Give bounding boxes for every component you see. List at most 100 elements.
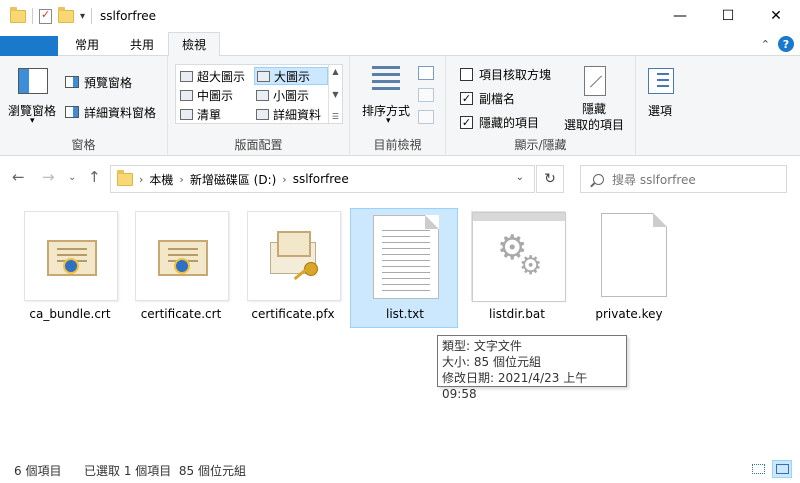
chevron-down-icon: ▾ [386,116,391,126]
file-item[interactable]: private.key [574,208,682,328]
ribbon-group-current-view: 排序方式 ▾ 目前檢視 [350,56,446,156]
layout-medium-icons[interactable]: 中圖示 [178,86,252,104]
item-count: 6 個項目 [14,464,62,478]
hide-selected-label[interactable]: 隱藏 [582,100,606,117]
breadcrumb-separator[interactable]: › [179,173,183,186]
window-title: sslforfree [100,9,157,23]
title-bar: ▾ sslforfree — ☐ ✕ [0,0,800,32]
refresh-button[interactable]: ↻ [536,165,564,193]
checkbox-checked[interactable]: ✓ [460,116,473,129]
large-icons-view-button[interactable] [772,460,792,478]
search-box[interactable]: 搜尋 sslforfree [580,165,787,193]
large-icons-icon [257,70,270,82]
forward-arrow-icon[interactable]: → [42,168,55,186]
ribbon-group-layout: 超大圖示 大圖示 中圖示 小圖示 清單 詳細資料 ▲ ▼ ☰ 版面配置 [168,56,350,156]
minimize-button[interactable]: — [656,0,704,32]
layout-small-icons[interactable]: 小圖示 [254,86,328,104]
tooltip-type: 類型: 文字文件 [442,339,522,353]
layout-extra-large-icons[interactable]: 超大圖示 [178,67,252,85]
file-item[interactable]: certificate.crt [126,208,234,328]
add-columns-icon[interactable] [418,88,434,102]
file-name: private.key [595,307,663,321]
ribbon-group-pane: 瀏覽窗格 ▾ 預覽窗格 詳細資料窗格 窗格 [0,56,168,156]
group-by-icon[interactable] [418,66,434,80]
maximize-button[interactable]: ☐ [704,0,752,32]
chevron-down-icon[interactable]: ▼ [332,90,338,99]
details-pane-button[interactable]: 詳細資料窗格 [84,104,156,121]
certificate-icon [24,211,118,301]
breadcrumb-drive[interactable]: 新增磁碟區 (D:) [190,171,276,188]
layout-details[interactable]: 詳細資料 [254,105,328,123]
close-button[interactable]: ✕ [752,0,800,32]
ribbon-group-options: 選項 [636,56,686,156]
size-columns-icon[interactable] [418,110,434,124]
properties-icon[interactable] [39,8,52,24]
breadcrumb-separator[interactable]: › [139,173,143,186]
layout-list[interactable]: 清單 [178,105,252,123]
file-list: ca_bundle.crt certificate.crt certificat… [0,204,800,444]
extra-large-icons-icon [180,70,193,82]
status-bar: 6 個項目 已選取 1 個項目 85 個位元組 [0,458,800,482]
details-view-button[interactable] [748,460,768,478]
chevron-down-icon[interactable]: ⌄ [516,172,524,183]
checkbox-label: 隱藏的項目 [479,116,540,130]
divider [91,8,93,24]
tab-share[interactable]: 共用 [116,32,168,56]
expand-gallery-icon[interactable]: ☰ [332,112,339,121]
chevron-up-icon[interactable]: ▲ [332,67,338,76]
address-bar[interactable]: › 本機 › 新增磁碟區 (D:) › sslforfree ⌄ [110,165,535,193]
customize-toolbar-icon[interactable]: ▾ [80,11,85,22]
ribbon-group-show-hide: 項目核取方塊 ✓ 副檔名 ✓ 隱藏的項目 隱藏 選取的項目 顯示/隱藏 [446,56,636,156]
hide-selected-icon[interactable] [584,66,606,96]
layout-gallery-scrollbar[interactable]: ▲ ▼ ☰ [328,65,342,123]
file-item-selected[interactable]: list.txt [350,208,458,328]
ribbon-group-label: 目前檢視 [373,138,422,152]
preview-pane-button[interactable]: 預覽窗格 [84,74,132,91]
file-name: certificate.pfx [251,307,335,321]
help-icon[interactable]: ? [778,36,794,52]
tab-view[interactable]: 檢視 [168,32,220,57]
file-name: ca_bundle.crt [29,307,111,321]
address-bar-row: ← → ⌄ ↑ › 本機 › 新增磁碟區 (D:) › sslforfree ⌄… [0,162,800,196]
file-name: certificate.crt [140,307,222,321]
hide-selected-label[interactable]: 選取的項目 [564,116,624,133]
ribbon-group-label: 窗格 [71,138,96,152]
checkbox[interactable] [460,68,473,81]
tab-home[interactable]: 常用 [62,32,112,56]
layout-large-icons[interactable]: 大圖示 [254,67,328,85]
hidden-items-toggle[interactable]: ✓ 隱藏的項目 [460,114,539,131]
back-arrow-icon[interactable]: ← [12,168,25,186]
tooltip-modified: 修改日期: 2021/4/23 上午 09:58 [442,371,588,401]
file-item[interactable]: ca_bundle.crt [15,208,123,328]
options-button[interactable]: 選項 [648,102,672,119]
batch-file-icon: ⚙ ⚙ [471,211,566,302]
ribbon-group-label: 顯示/隱藏 [514,138,567,152]
layout-item-label: 清單 [197,107,222,122]
collapse-ribbon-icon[interactable]: ⌃ [761,38,770,51]
file-item[interactable]: ⚙ ⚙ listdir.bat [462,208,570,328]
search-input[interactable]: 搜尋 sslforfree [612,171,696,188]
recent-locations-icon[interactable]: ⌄ [68,172,76,183]
up-arrow-icon[interactable]: ↑ [88,168,101,186]
quick-access-toolbar: ▾ [0,6,93,24]
breadcrumb-this-pc[interactable]: 本機 [149,171,173,188]
search-icon [593,173,604,185]
file-extensions-toggle[interactable]: ✓ 副檔名 [460,90,515,107]
options-icon[interactable] [648,68,674,94]
new-folder-icon[interactable] [58,6,74,23]
item-checkboxes-toggle[interactable]: 項目核取方塊 [460,66,551,83]
file-item[interactable]: certificate.pfx [238,208,346,328]
checkbox-checked[interactable]: ✓ [460,92,473,105]
refresh-icon: ↻ [544,171,556,187]
selection-info: 已選取 1 個項目 85 個位元組 [84,464,246,478]
breadcrumb-folder[interactable]: sslforfree [293,172,349,186]
details-view-icon [751,464,765,474]
folder-icon [117,169,133,186]
navigation-pane-icon[interactable] [18,68,48,94]
folder-icon [10,6,26,23]
sort-icon[interactable] [372,66,400,96]
pfx-icon [247,211,341,301]
checkbox-label: 項目核取方塊 [479,68,552,82]
breadcrumb-separator[interactable]: › [282,173,286,186]
file-name: list.txt [386,307,424,321]
